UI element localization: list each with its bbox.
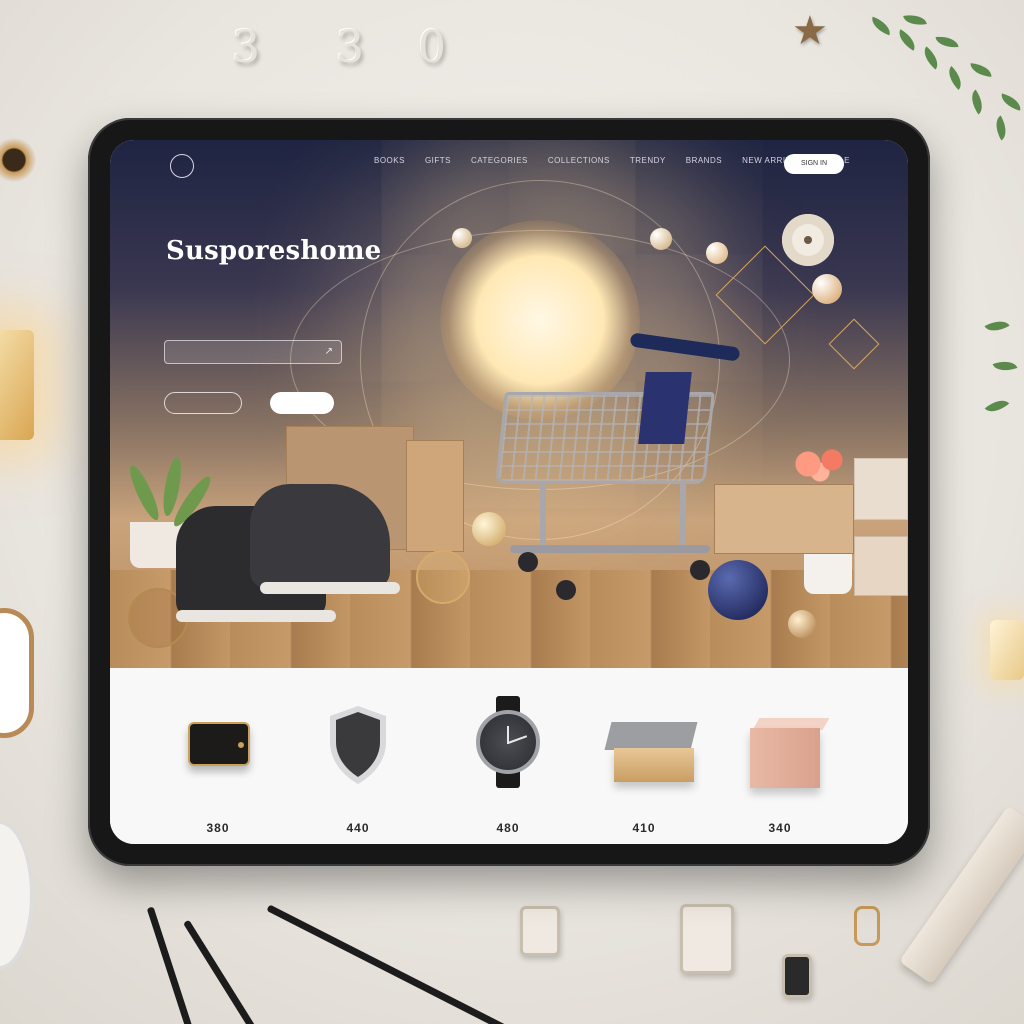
hero-search-input[interactable]: ↗ bbox=[164, 340, 342, 364]
logo-icon[interactable] bbox=[170, 154, 194, 178]
nav-link-categories[interactable]: CATEGORIES bbox=[471, 156, 528, 165]
desk-lamp-right bbox=[990, 620, 1024, 680]
plant-leaf-decor bbox=[980, 300, 1024, 440]
tablet-device: BOOKS GIFTS CATEGORIES COLLECTIONS TREND… bbox=[88, 118, 930, 866]
product-card[interactable]: 440 bbox=[298, 668, 418, 844]
product-price: 480 bbox=[496, 821, 520, 835]
blue-ball bbox=[708, 560, 768, 620]
product-price: 380 bbox=[206, 821, 230, 835]
nav-links: BOOKS GIFTS CATEGORIES COLLECTIONS TREND… bbox=[374, 156, 850, 165]
usb-drive-icon bbox=[782, 954, 812, 998]
sneaker-sole bbox=[176, 610, 336, 622]
cart-frame bbox=[540, 484, 546, 550]
hero-title: Susporeshome bbox=[166, 236, 382, 266]
product-card[interactable]: 380 bbox=[158, 668, 278, 844]
cart-frame bbox=[680, 484, 686, 550]
nav-link-trendy[interactable]: TRENDY bbox=[630, 156, 666, 165]
product-price: 440 bbox=[346, 821, 370, 835]
explore-button[interactable] bbox=[164, 392, 242, 414]
product-grid: 380 440 480 410 340 bbox=[110, 668, 908, 844]
nav-link-collections[interactable]: COLLECTIONS bbox=[548, 156, 610, 165]
power-bank-icon bbox=[186, 708, 250, 772]
desk-lamp bbox=[0, 330, 34, 440]
light-glow bbox=[440, 220, 640, 420]
stacked-box bbox=[854, 536, 908, 596]
hanging-bulb bbox=[706, 242, 728, 264]
gold-orb bbox=[472, 512, 506, 546]
cart-wheel bbox=[556, 580, 576, 600]
geometric-lantern bbox=[828, 318, 880, 370]
ring-clip-icon bbox=[854, 906, 880, 946]
star-ornament-icon: ★ bbox=[792, 9, 828, 53]
watch-icon bbox=[476, 696, 540, 788]
product-card[interactable]: 410 bbox=[584, 668, 704, 844]
product-card[interactable]: 340 bbox=[720, 668, 840, 844]
desk-digit-3: 3 bbox=[336, 22, 364, 73]
pencil-2 bbox=[183, 919, 269, 1024]
coffee-cup bbox=[0, 820, 34, 970]
cart-item-book bbox=[638, 372, 692, 444]
shield-icon bbox=[326, 706, 390, 784]
tablet-screen: BOOKS GIFTS CATEGORIES COLLECTIONS TREND… bbox=[110, 140, 908, 844]
small-orb bbox=[788, 610, 816, 638]
wooden-crate bbox=[714, 484, 854, 554]
top-nav: BOOKS GIFTS CATEGORIES COLLECTIONS TREND… bbox=[110, 140, 908, 188]
hero-banner: BOOKS GIFTS CATEGORIES COLLECTIONS TREND… bbox=[110, 140, 908, 668]
sneaker bbox=[250, 484, 390, 588]
stacked-box bbox=[854, 458, 908, 520]
nav-link-gifts[interactable]: GIFTS bbox=[425, 156, 451, 165]
succulent-pot bbox=[804, 554, 852, 594]
binder-clip-icon bbox=[520, 906, 560, 956]
product-price: 340 bbox=[768, 821, 792, 835]
wire-sphere bbox=[416, 550, 470, 604]
nav-link-books[interactable]: BOOKS bbox=[374, 156, 405, 165]
nav-link-brands[interactable]: BRANDS bbox=[686, 156, 722, 165]
product-price: 410 bbox=[632, 821, 656, 835]
plant-leaf bbox=[125, 462, 164, 523]
flower-arrangement bbox=[790, 444, 850, 484]
product-card[interactable]: 480 bbox=[448, 668, 568, 844]
desk-digit-0: 0 bbox=[418, 22, 446, 73]
cart-wheel bbox=[690, 560, 710, 580]
arrow-right-icon[interactable]: ↗ bbox=[325, 341, 333, 363]
sign-in-button[interactable]: SIGN IN bbox=[784, 154, 844, 174]
wall-disc-ornament bbox=[782, 214, 834, 266]
sun-ornament-icon bbox=[0, 138, 36, 182]
cart-wheel bbox=[518, 552, 538, 572]
shopping-bag bbox=[406, 440, 464, 552]
alarm-clock-icon bbox=[0, 608, 34, 738]
gift-box-icon bbox=[604, 708, 698, 782]
hanging-bulb bbox=[812, 274, 842, 304]
cube-box-icon bbox=[748, 708, 830, 788]
cart-base bbox=[510, 545, 710, 553]
hanging-bulb bbox=[452, 228, 472, 248]
pencil-3 bbox=[266, 904, 511, 1024]
sneaker-sole bbox=[260, 582, 400, 594]
hanging-bulb bbox=[650, 228, 672, 250]
desk-digit-3: 3 bbox=[232, 22, 260, 73]
shop-now-button[interactable] bbox=[270, 392, 334, 414]
card-holder-icon bbox=[680, 904, 734, 974]
